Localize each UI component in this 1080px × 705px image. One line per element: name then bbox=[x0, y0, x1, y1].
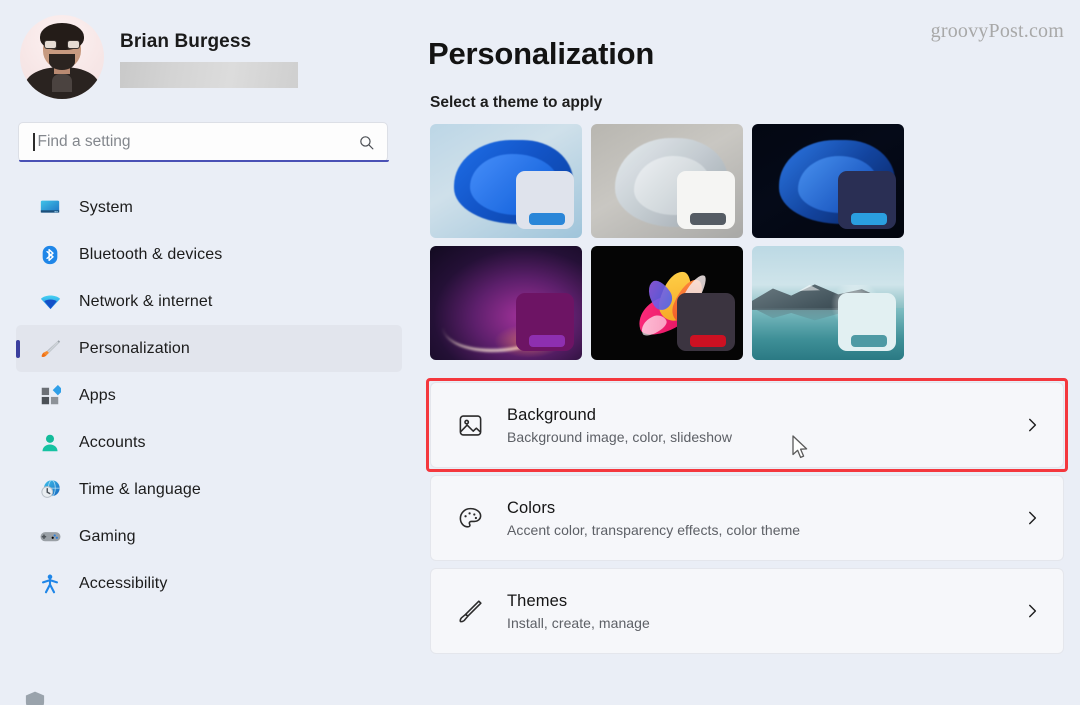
theme-section-label: Select a theme to apply bbox=[430, 94, 603, 111]
sidebar-item-bluetooth-devices[interactable]: Bluetooth & devices bbox=[16, 231, 402, 278]
search-focus-underline bbox=[19, 159, 389, 162]
sidebar-item-label: System bbox=[79, 198, 133, 216]
profile-name: Brian Burgess bbox=[120, 30, 252, 52]
user-profile[interactable]: Brian Burgess bbox=[0, 0, 420, 99]
search-container: Find a setting bbox=[18, 122, 389, 162]
chevron-right-icon bbox=[1029, 418, 1037, 432]
accessibility-icon bbox=[38, 572, 62, 596]
search-icon[interactable] bbox=[358, 134, 375, 151]
profile-email-redacted bbox=[120, 61, 298, 88]
theme-option[interactable] bbox=[430, 246, 582, 360]
image-icon bbox=[455, 410, 485, 440]
sidebar-item-partial-next[interactable] bbox=[16, 689, 76, 705]
theme-option[interactable] bbox=[591, 246, 743, 360]
settings-row-colors[interactable]: Colors Accent color, transparency effect… bbox=[430, 475, 1064, 561]
sidebar: Brian Burgess Find a setting System Blue… bbox=[0, 0, 420, 705]
wifi-icon bbox=[38, 290, 62, 314]
row-subtitle: Background image, color, slideshow bbox=[507, 428, 733, 445]
sidebar-item-network-internet[interactable]: Network & internet bbox=[16, 278, 402, 325]
sidebar-item-personalization[interactable]: Personalization bbox=[16, 325, 402, 372]
sidebar-item-label: Accessibility bbox=[79, 574, 168, 592]
avatar bbox=[20, 15, 104, 99]
watermark: groovyPost.com bbox=[930, 20, 1064, 42]
palette-icon bbox=[455, 503, 485, 533]
sidebar-item-gaming[interactable]: Gaming bbox=[16, 513, 402, 560]
sidebar-item-label: Apps bbox=[79, 386, 116, 404]
paintbrush-icon bbox=[38, 337, 62, 361]
sidebar-item-label: Time & language bbox=[79, 480, 201, 498]
sidebar-item-time-language[interactable]: Time & language bbox=[16, 466, 402, 513]
sidebar-item-accessibility[interactable]: Accessibility bbox=[16, 560, 402, 607]
settings-row-themes[interactable]: Themes Install, create, manage bbox=[430, 568, 1064, 654]
theme-option[interactable] bbox=[591, 124, 743, 238]
chevron-right-icon bbox=[1029, 511, 1037, 525]
person-icon bbox=[38, 431, 62, 455]
text-caret bbox=[33, 133, 35, 151]
sidebar-item-label: Gaming bbox=[79, 527, 136, 545]
sidebar-item-label: Personalization bbox=[79, 339, 190, 357]
row-title: Background bbox=[507, 405, 597, 424]
row-title: Colors bbox=[507, 498, 556, 517]
search-placeholder: Find a setting bbox=[37, 133, 131, 150]
settings-rows: Background Background image, color, slid… bbox=[426, 378, 1068, 654]
row-subtitle: Accent color, transparency effects, colo… bbox=[507, 521, 801, 538]
row-subtitle: Install, create, manage bbox=[507, 614, 650, 631]
apps-icon bbox=[38, 384, 62, 408]
clock-globe-icon bbox=[38, 478, 62, 502]
theme-option[interactable] bbox=[752, 246, 904, 360]
main-content: groovyPost.com Personalization Select a … bbox=[420, 0, 1080, 705]
search-input[interactable]: Find a setting bbox=[18, 122, 389, 162]
sidebar-item-label: Network & internet bbox=[79, 292, 213, 310]
theme-option[interactable] bbox=[430, 124, 582, 238]
gamepad-icon bbox=[38, 525, 62, 549]
settings-window: Brian Burgess Find a setting System Blue… bbox=[0, 0, 1080, 705]
sidebar-item-label: Bluetooth & devices bbox=[79, 245, 223, 263]
bluetooth-icon bbox=[38, 243, 62, 267]
brush-icon bbox=[455, 596, 485, 626]
theme-option[interactable] bbox=[752, 124, 904, 238]
sidebar-item-apps[interactable]: Apps bbox=[16, 372, 402, 419]
chevron-right-icon bbox=[1029, 604, 1037, 618]
sidebar-item-label: Accounts bbox=[79, 433, 146, 451]
settings-row-background[interactable]: Background Background image, color, slid… bbox=[426, 378, 1068, 472]
sidebar-item-system[interactable]: System bbox=[16, 184, 402, 231]
monitor-icon bbox=[38, 196, 62, 220]
sidebar-item-accounts[interactable]: Accounts bbox=[16, 419, 402, 466]
row-title: Themes bbox=[507, 591, 568, 610]
theme-grid bbox=[430, 124, 1064, 360]
sidebar-nav: System Bluetooth & devices Network & int… bbox=[0, 184, 420, 705]
